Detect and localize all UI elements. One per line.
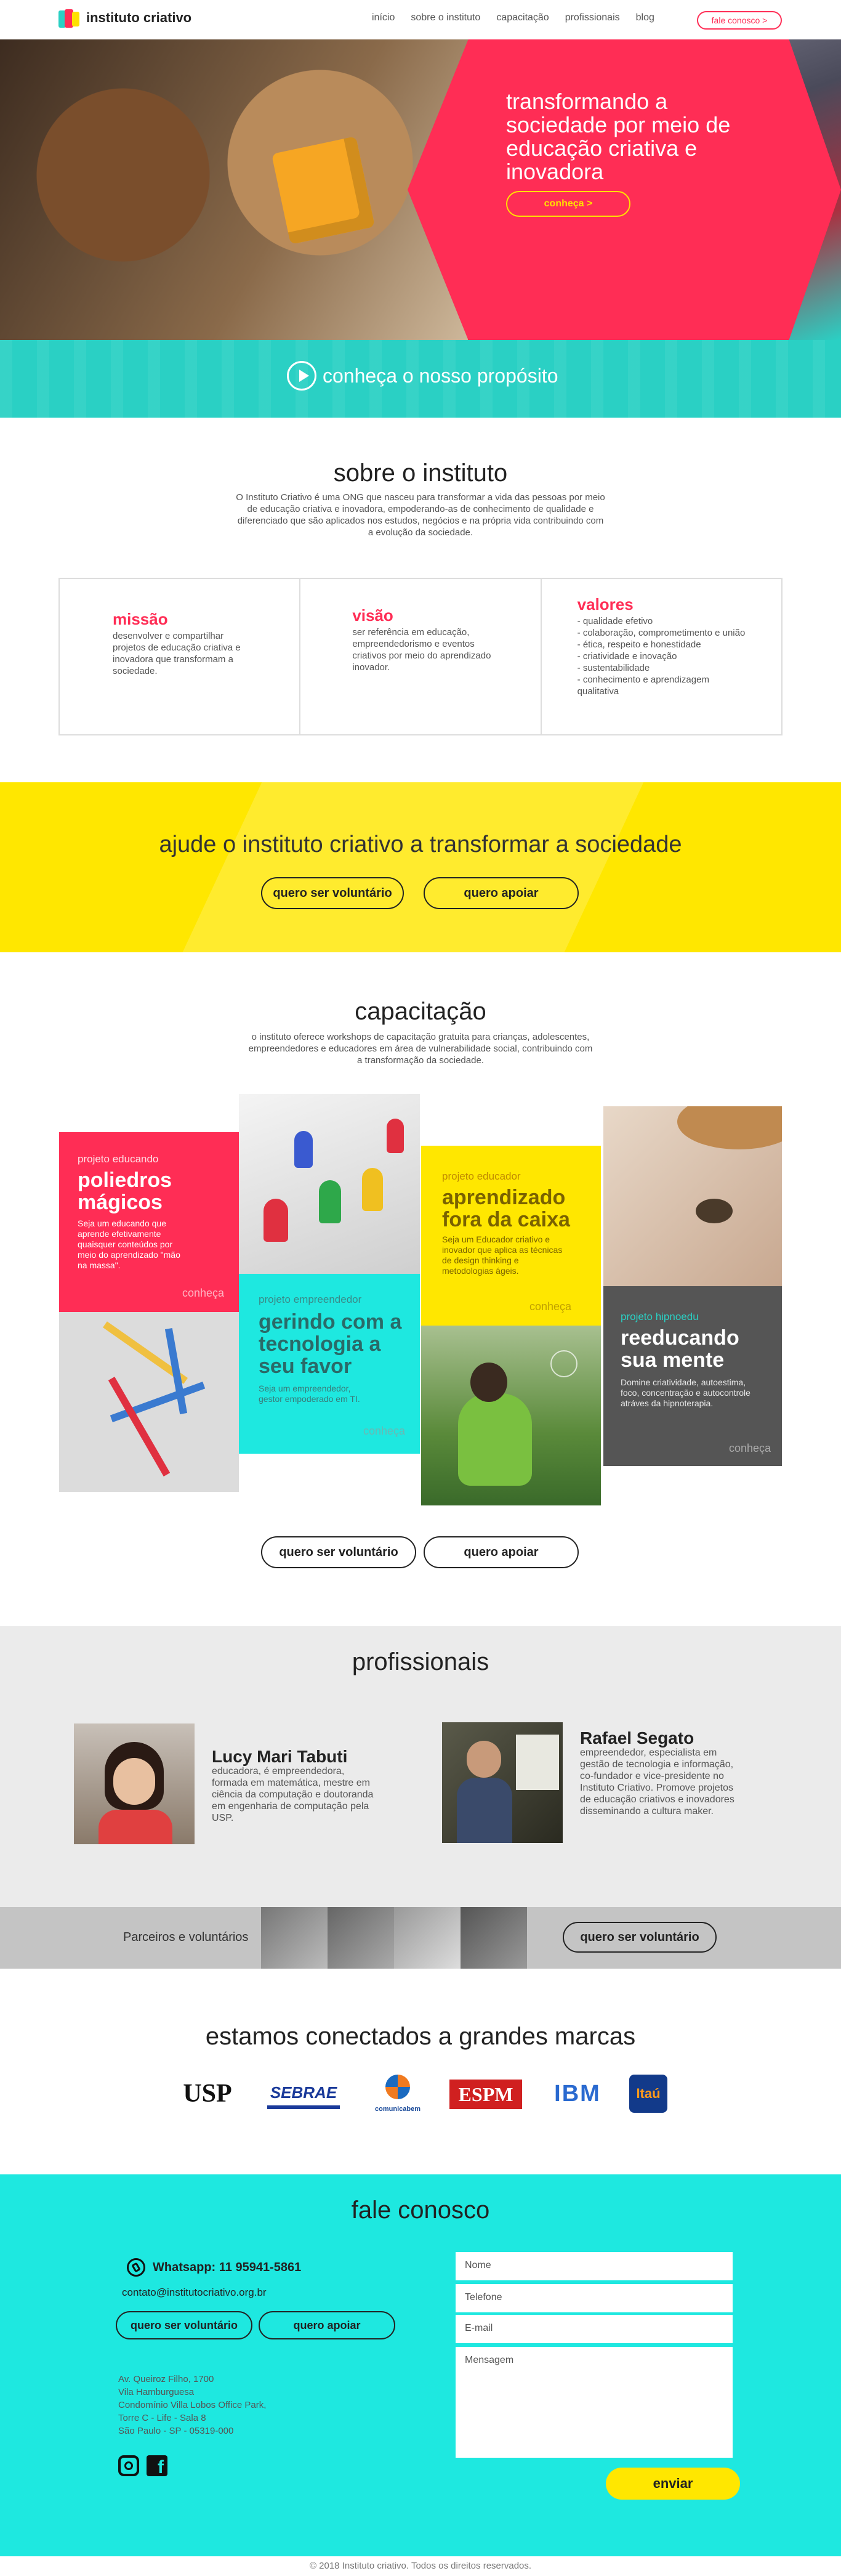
training-title: capacitação	[355, 998, 486, 1025]
hero-red-panel	[408, 39, 841, 340]
logo-icon[interactable]	[58, 9, 81, 29]
project-card-tecnologia[interactable]: projeto empreendedor gerindo com a tecno…	[239, 1274, 420, 1454]
hero-photo	[0, 39, 468, 340]
partners-label: Parceiros e voluntários	[123, 1930, 249, 1944]
project-label: projeto hipnoedu	[621, 1311, 699, 1322]
volunteer-button[interactable]: quero ser voluntário	[261, 877, 404, 909]
project-label: projeto empreendedor	[259, 1294, 362, 1305]
project-title: aprendizado fora da caixa	[442, 1186, 570, 1231]
email-input[interactable]: E-mail	[456, 2315, 733, 2343]
top-nav: instituto criativo início sobre o instit…	[0, 0, 841, 39]
contact-title: fale conosco	[351, 2197, 490, 2224]
volunteer-button[interactable]: quero ser voluntário	[116, 2311, 252, 2339]
phone-input[interactable]: Telefone	[456, 2284, 733, 2312]
whatsapp-icon	[127, 2258, 145, 2277]
contact-button[interactable]: fale conosco >	[697, 11, 782, 30]
project-text: Domine criatividade, autoestima, foco, c…	[621, 1377, 750, 1408]
professional-bio: educadora, é empreendedora, formada em m…	[212, 1766, 374, 1823]
nav-menu: início sobre o instituto capacitação pro…	[372, 12, 654, 23]
contact-email[interactable]: contato@institutocriativo.org.br	[122, 2286, 267, 2299]
vision-title: visão	[352, 606, 393, 625]
brand-logo-comunicabem: comunicabem	[367, 2075, 429, 2113]
name-input[interactable]: Nome	[456, 2252, 733, 2280]
brand-logo-usp: USP	[183, 2080, 232, 2108]
nav-item-profissionais[interactable]: profissionais	[565, 12, 620, 23]
hero-banner	[0, 39, 841, 340]
logo-text[interactable]: instituto criativo	[86, 10, 191, 26]
project-label: projeto educando	[78, 1153, 159, 1165]
support-button[interactable]: quero apoiar	[259, 2311, 395, 2339]
project-more-link[interactable]: conheça	[182, 1287, 224, 1300]
contact-address: Av. Queiroz Filho, 1700 Vila Hamburguesa…	[118, 2374, 267, 2436]
project-title: reeducando sua mente	[621, 1326, 739, 1372]
brand-logo-itau: Itaú	[629, 2075, 667, 2113]
play-icon[interactable]	[287, 361, 316, 391]
project-text: Seja um educando que aprende efetivament…	[78, 1218, 180, 1270]
support-button[interactable]: quero apoiar	[424, 1536, 579, 1568]
nav-item-inicio[interactable]: início	[372, 12, 395, 23]
partner-avatar	[394, 1907, 461, 1969]
vision-text: ser referência em educação, empreendedor…	[352, 627, 491, 673]
values-title: valores	[577, 595, 634, 614]
professional-bio: empreendedor, especialista em gestão de …	[580, 1748, 734, 1817]
project-more-link[interactable]: conheça	[363, 1425, 405, 1438]
values-text: - qualidade efetivo - colaboração, compr…	[577, 616, 746, 697]
instagram-icon[interactable]	[118, 2455, 139, 2476]
volunteer-button[interactable]: quero ser voluntário	[563, 1922, 717, 1953]
message-textarea[interactable]: Mensagem	[456, 2347, 733, 2458]
project-card-aprendizado[interactable]: projeto educador aprendizado fora da cai…	[421, 1146, 601, 1326]
mission-title: missão	[113, 610, 168, 628]
professionals-title: profissionais	[352, 1648, 489, 1675]
whatsapp-number[interactable]: Whatsapp: 11 95941-5861	[153, 2261, 301, 2275]
polyhedron-photo	[59, 1312, 239, 1492]
project-more-link[interactable]: conheça	[529, 1300, 571, 1313]
mission-card: missão desenvolver e compartilhar projet…	[60, 579, 301, 734]
send-button[interactable]: enviar	[606, 2468, 740, 2500]
project-text: Seja um Educador criativo e inovador que…	[442, 1234, 563, 1276]
support-button[interactable]: quero apoiar	[424, 877, 579, 909]
project-text: Seja um empreendedor, gestor empoderado …	[259, 1383, 360, 1404]
project-label: projeto educador	[442, 1170, 521, 1182]
brand-logo-espm: ESPM	[449, 2080, 522, 2109]
vision-card: visão ser referência em educação, empree…	[300, 579, 542, 734]
avatar	[74, 1723, 195, 1844]
volunteer-button[interactable]: quero ser voluntário	[261, 1536, 416, 1568]
training-lead: o instituto oferece workshops de capacit…	[248, 1032, 593, 1066]
professional-name: Rafael Segato	[580, 1728, 694, 1748]
footer-copyright: © 2018 Instituto criativo. Todos os dire…	[309, 2561, 532, 2571]
partner-avatar	[328, 1907, 394, 1969]
avatar	[442, 1722, 563, 1843]
project-more-link[interactable]: conheça	[729, 1442, 771, 1455]
page: instituto criativo início sobre o instit…	[0, 0, 841, 2576]
child-face-photo	[603, 1106, 782, 1286]
professional-name: Lucy Mari Tabuti	[212, 1747, 348, 1766]
hero-title: transformando a sociedade por meio de ed…	[506, 89, 731, 184]
help-title: ajude o instituto criativo a transformar…	[159, 832, 682, 857]
facebook-icon[interactable]: f	[147, 2455, 167, 2477]
values-card: valores - qualidade efetivo - colaboraçã…	[542, 579, 781, 734]
game-pieces-photo	[239, 1094, 420, 1274]
hero-more-button[interactable]: conheça >	[506, 191, 630, 217]
nav-item-sobre[interactable]: sobre o instituto	[411, 12, 480, 23]
nav-item-capacitacao[interactable]: capacitação	[496, 12, 549, 23]
brand-logo-ibm: IBM	[554, 2080, 601, 2107]
project-card-hipnoedu[interactable]: projeto hipnoedu reeducando sua mente Do…	[603, 1286, 782, 1466]
girl-bubbles-photo	[421, 1326, 601, 1505]
nav-item-blog[interactable]: blog	[636, 12, 654, 23]
project-card-poliedros[interactable]: projeto educando poliedros mágicos Seja …	[59, 1132, 239, 1312]
about-lead: O Instituto Criativo é uma ONG que nasce…	[236, 492, 605, 538]
partner-avatar	[261, 1907, 328, 1969]
purpose-link[interactable]: conheça o nosso propósito	[323, 365, 558, 387]
about-title: sobre o instituto	[333, 460, 508, 487]
project-title: gerindo com a tecnologia a seu favor	[259, 1310, 402, 1378]
partner-avatar	[461, 1907, 527, 1969]
about-cards: missão desenvolver e compartilhar projet…	[58, 578, 783, 735]
help-band	[0, 782, 841, 952]
project-title: poliedros mágicos	[78, 1169, 172, 1214]
mission-text: desenvolver e compartilhar projetos de e…	[113, 631, 241, 676]
brands-title: estamos conectados a grandes marcas	[205, 2023, 636, 2050]
brand-logo-sebrae: SEBRAE	[267, 2080, 340, 2109]
